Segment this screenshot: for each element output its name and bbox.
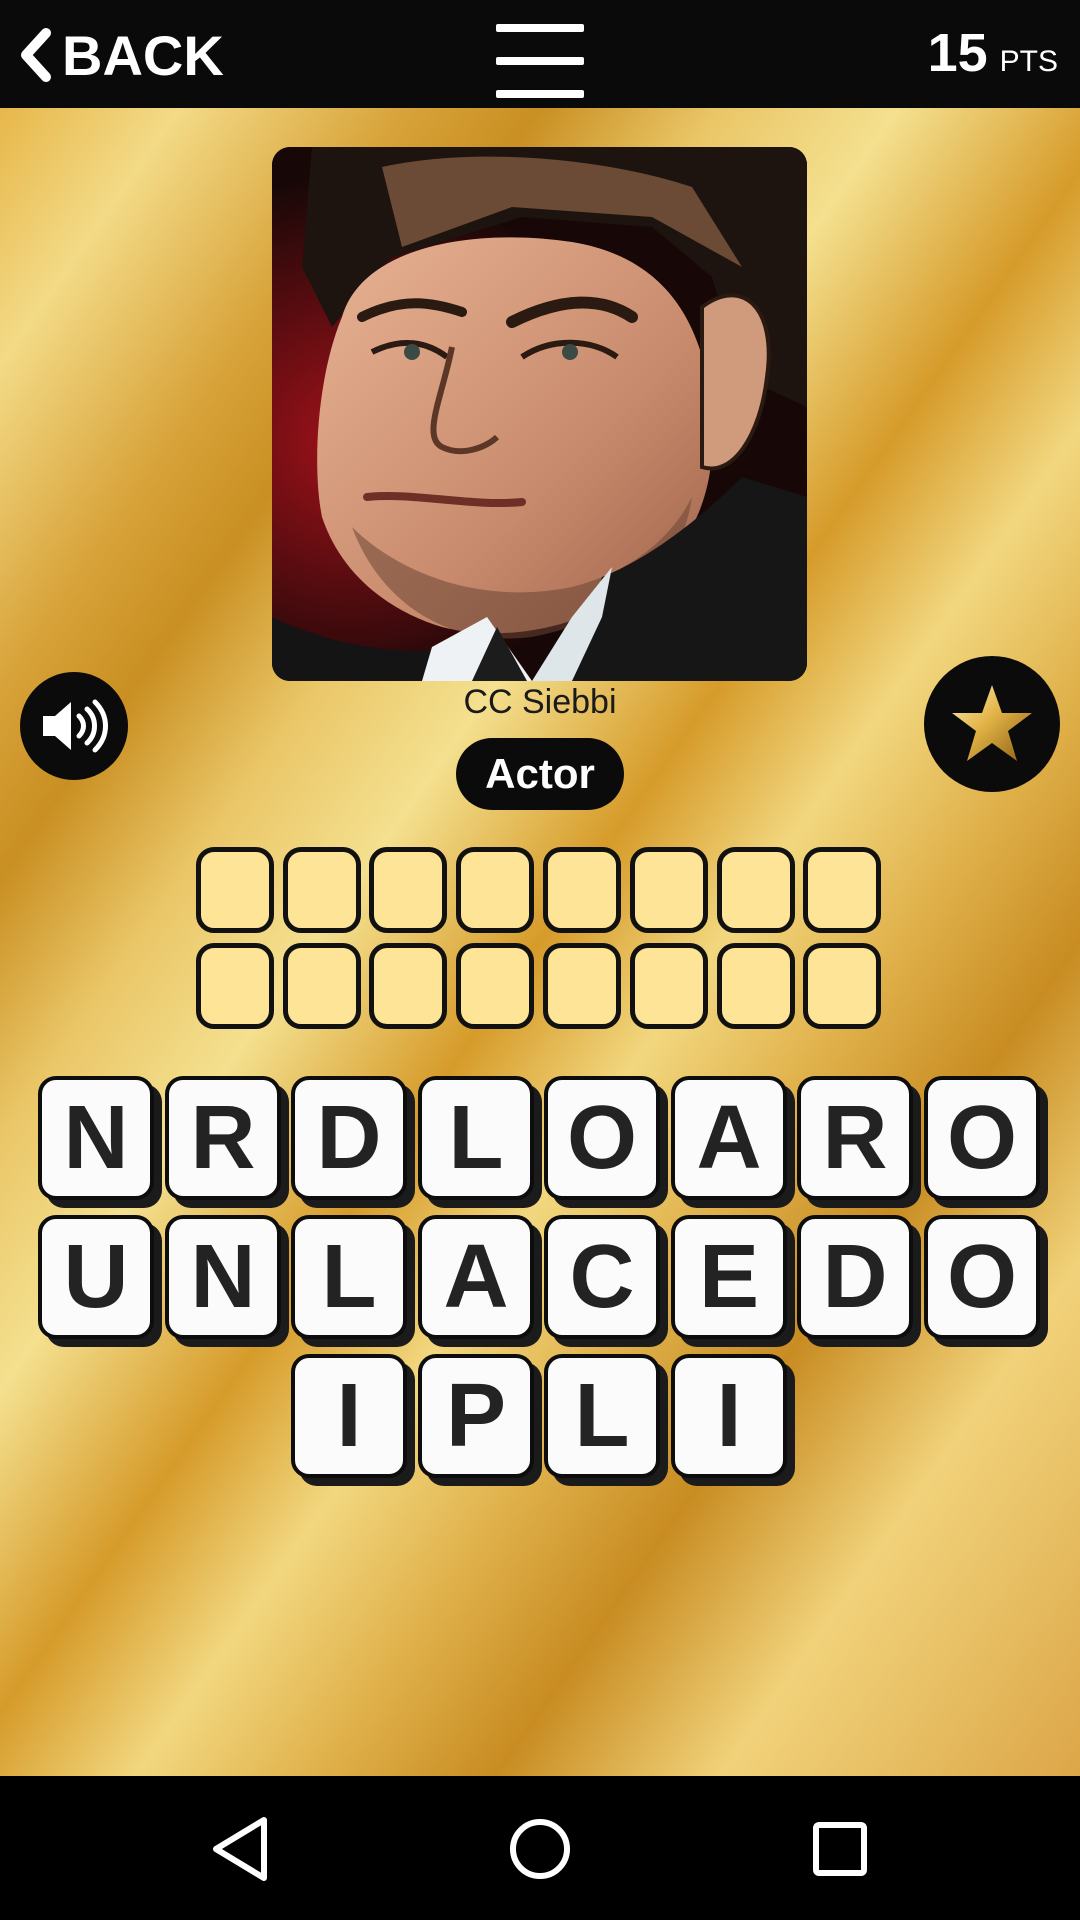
points-unit: PTS (999, 45, 1058, 78)
top-bar: BACK 15 PTS (0, 0, 1080, 108)
answer-slot[interactable] (456, 847, 534, 933)
letter-tile[interactable]: E (671, 1215, 787, 1339)
letter-tile[interactable]: U (38, 1215, 154, 1339)
answer-slot[interactable] (543, 943, 621, 1029)
answer-slot[interactable] (717, 943, 795, 1029)
letter-tile[interactable]: L (418, 1076, 534, 1200)
square-recents-icon[interactable] (805, 1814, 875, 1884)
gold-star-icon (952, 685, 1032, 761)
letter-tile[interactable]: C (544, 1215, 660, 1339)
answer-slot[interactable] (630, 943, 708, 1029)
category-badge: Actor (456, 738, 624, 810)
answer-slot[interactable] (803, 847, 881, 933)
letter-tile[interactable]: R (165, 1076, 281, 1200)
letter-tile[interactable]: A (418, 1215, 534, 1339)
answer-slot[interactable] (369, 943, 447, 1029)
letter-tile[interactable]: L (291, 1215, 407, 1339)
answer-slot[interactable] (196, 847, 274, 933)
hamburger-menu-icon[interactable] (496, 22, 584, 100)
letter-tile[interactable]: A (671, 1076, 787, 1200)
celebrity-photo (272, 147, 807, 681)
letter-tile[interactable]: O (924, 1215, 1040, 1339)
answer-slot[interactable] (369, 847, 447, 933)
points-value: 15 (927, 23, 988, 83)
back-label: BACK (62, 23, 224, 87)
triangle-back-icon[interactable] (206, 1814, 276, 1884)
chevron-left-icon (21, 28, 51, 82)
answer-slot[interactable] (543, 847, 621, 933)
sound-button[interactable] (20, 672, 128, 780)
circle-home-icon[interactable] (505, 1814, 575, 1884)
letter-tile[interactable]: L (544, 1354, 660, 1478)
system-navigation-bar (0, 1776, 1080, 1920)
letter-tile[interactable]: N (38, 1076, 154, 1200)
answer-slot[interactable] (283, 847, 361, 933)
hint-star-button[interactable] (924, 656, 1060, 792)
letter-tile[interactable]: O (924, 1076, 1040, 1200)
answer-slot[interactable] (717, 847, 795, 933)
answer-slot[interactable] (456, 943, 534, 1029)
points-display: 15 PTS (928, 22, 1058, 88)
letter-tile[interactable]: I (291, 1354, 407, 1478)
photo-credit: CC Siebbi (463, 683, 617, 721)
letter-tile[interactable]: P (418, 1354, 534, 1478)
letter-tile[interactable]: D (797, 1215, 913, 1339)
letter-tile[interactable]: N (165, 1215, 281, 1339)
letter-tile[interactable]: R (797, 1076, 913, 1200)
letter-tile[interactable]: I (671, 1354, 787, 1478)
answer-slot[interactable] (283, 943, 361, 1029)
speaker-icon (43, 699, 108, 753)
answer-slot[interactable] (196, 943, 274, 1029)
back-button[interactable]: BACK (18, 20, 224, 90)
letter-tile[interactable]: D (291, 1076, 407, 1200)
answer-slot[interactable] (630, 847, 708, 933)
letter-tile[interactable]: O (544, 1076, 660, 1200)
answer-slot[interactable] (803, 943, 881, 1029)
